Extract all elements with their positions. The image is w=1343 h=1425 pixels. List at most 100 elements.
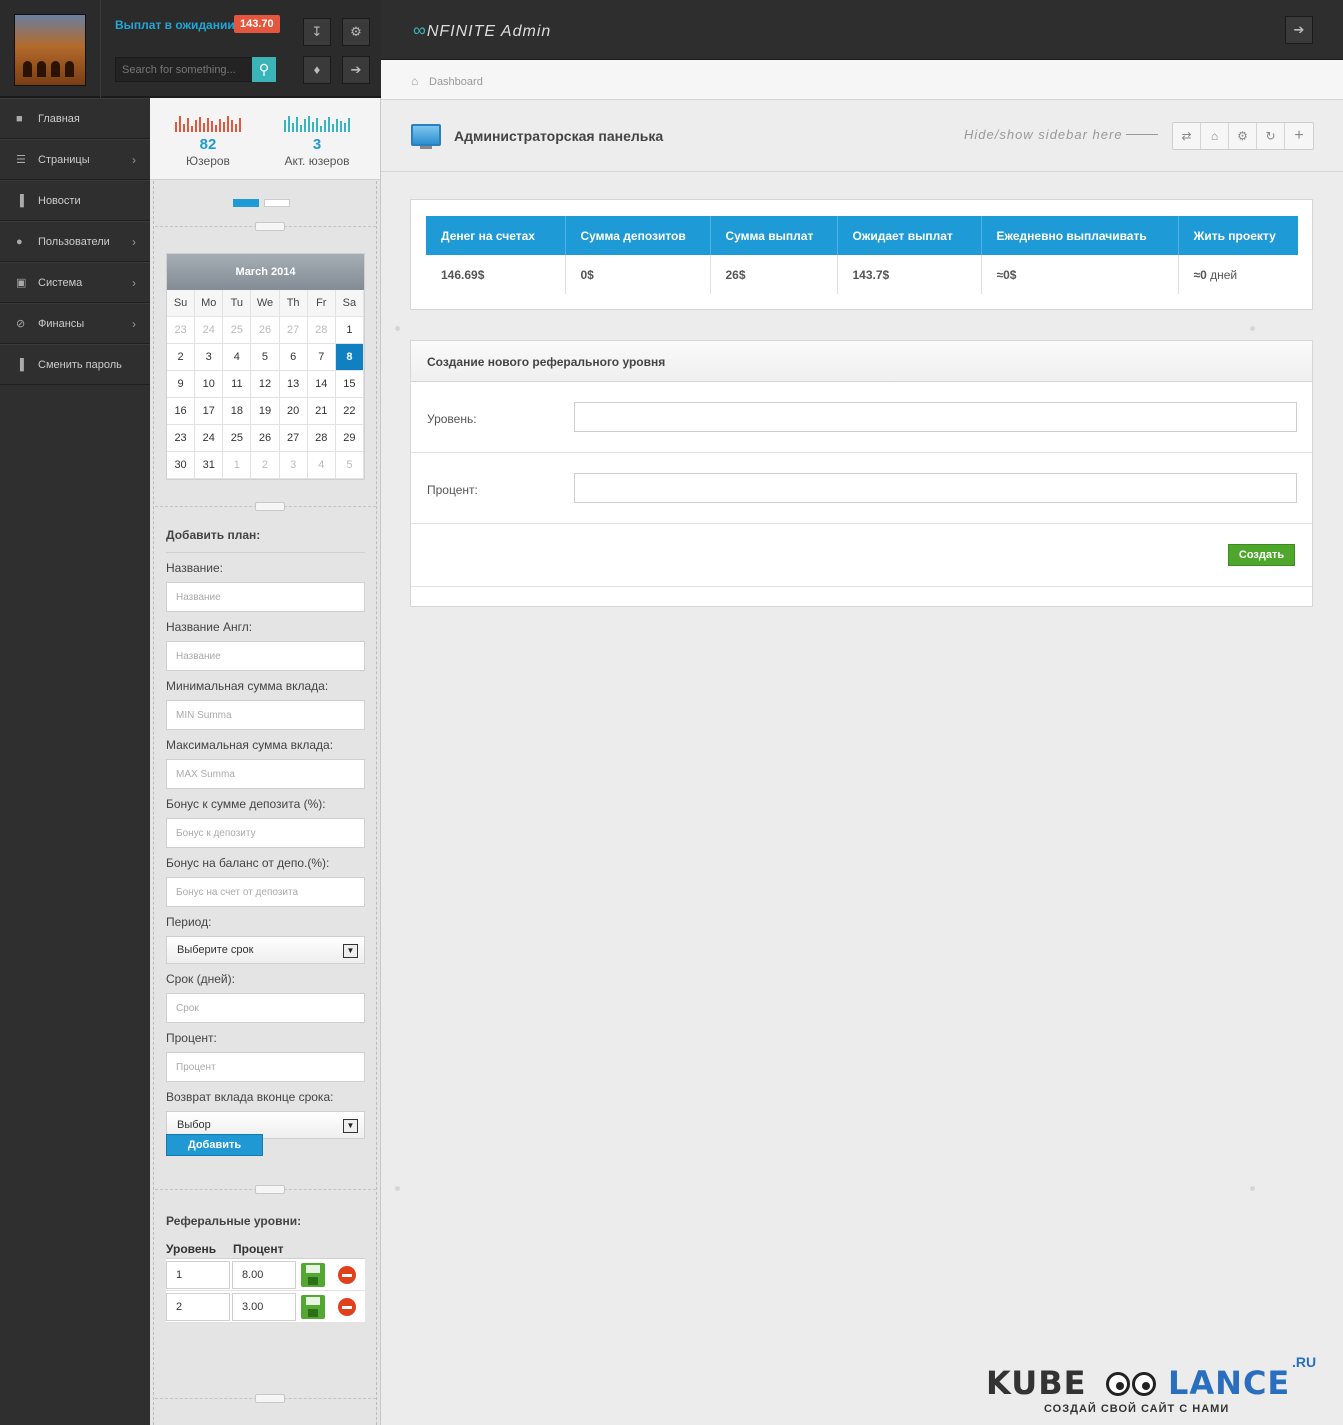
calendar-day[interactable]: 14 bbox=[307, 371, 336, 398]
calendar-day[interactable]: 8 bbox=[335, 344, 364, 371]
plan-input[interactable]: MAX Summa bbox=[166, 759, 365, 789]
save-icon[interactable] bbox=[301, 1263, 325, 1287]
settings-button[interactable]: ⚙ bbox=[342, 18, 370, 46]
home-icon[interactable]: ⌂ bbox=[411, 74, 418, 88]
calendar-day[interactable]: 10 bbox=[195, 371, 224, 398]
calendar-day[interactable]: 27 bbox=[279, 317, 308, 344]
calendar-day[interactable]: 1 bbox=[223, 452, 252, 479]
calendar-day[interactable]: 12 bbox=[251, 371, 280, 398]
sidebar-item[interactable]: ▐ Новости bbox=[0, 180, 150, 221]
plan-input[interactable]: MIN Summa bbox=[166, 700, 365, 730]
calendar-day[interactable]: 1 bbox=[335, 317, 364, 344]
calendar-day[interactable]: 3 bbox=[195, 344, 224, 371]
calendar-day[interactable]: 30 bbox=[167, 452, 196, 479]
home-icon[interactable]: ⌂ bbox=[1201, 123, 1229, 149]
sidebar-item[interactable]: ⊘ Финансы › bbox=[0, 303, 150, 344]
plan-input[interactable]: Бонус к депозиту bbox=[166, 818, 365, 848]
calendar-day[interactable]: 18 bbox=[223, 398, 252, 425]
calendar-day[interactable]: 19 bbox=[251, 398, 280, 425]
active-users-count: 3 bbox=[312, 136, 322, 153]
logout-button[interactable]: ➔ bbox=[1285, 16, 1313, 44]
payout-label[interactable]: Выплат в ожидании bbox=[115, 18, 235, 32]
brand-logo[interactable]: ∞NFINITE Admin bbox=[413, 20, 551, 41]
calendar-day[interactable]: 4 bbox=[307, 452, 336, 479]
collapse-handle[interactable] bbox=[155, 222, 376, 231]
avatar[interactable] bbox=[14, 14, 86, 86]
create-button[interactable]: Создать bbox=[1228, 544, 1295, 566]
calendar-day[interactable]: 6 bbox=[279, 344, 308, 371]
calendar-day[interactable]: 25 bbox=[223, 317, 252, 344]
breadcrumb-item[interactable]: Dashboard bbox=[429, 76, 483, 88]
calendar-day[interactable]: 13 bbox=[279, 371, 308, 398]
calendar-day[interactable]: 4 bbox=[223, 344, 252, 371]
summary-value: ≈0$ bbox=[981, 255, 1179, 294]
plan-input[interactable]: Бонус на счет от депозита bbox=[166, 877, 365, 907]
plan-select-value: Выбор bbox=[177, 1119, 211, 1131]
save-icon[interactable] bbox=[301, 1295, 325, 1319]
calendar-day[interactable]: 31 bbox=[195, 452, 224, 479]
collapse-handle[interactable] bbox=[155, 1185, 376, 1194]
ref-percent-input[interactable]: 3.00 bbox=[232, 1293, 296, 1321]
calendar-day[interactable]: 20 bbox=[279, 398, 308, 425]
calendar-day[interactable]: 17 bbox=[195, 398, 224, 425]
calendar-day[interactable]: 23 bbox=[167, 317, 196, 344]
plan-input[interactable]: Название bbox=[166, 582, 365, 612]
calendar-day[interactable]: 5 bbox=[251, 344, 280, 371]
calendar-day[interactable]: 3 bbox=[279, 452, 308, 479]
calendar-day[interactable]: 21 bbox=[307, 398, 336, 425]
calendar-day[interactable]: 11 bbox=[223, 371, 252, 398]
download-button[interactable]: ↧ bbox=[303, 18, 331, 46]
plan-input[interactable]: Срок bbox=[166, 993, 365, 1023]
add-plan-button[interactable]: Добавить bbox=[166, 1134, 263, 1156]
plus-icon[interactable]: + bbox=[1285, 123, 1313, 149]
hint-arrow-icon bbox=[1126, 134, 1158, 135]
level-label: Уровень: bbox=[427, 412, 477, 426]
calendar-day[interactable]: 9 bbox=[167, 371, 196, 398]
delete-icon[interactable] bbox=[338, 1298, 356, 1316]
chevron-down-icon: ▼ bbox=[343, 1119, 358, 1133]
calendar-day[interactable]: 25 bbox=[223, 425, 252, 452]
sidebar-item[interactable]: ▣ Система › bbox=[0, 262, 150, 303]
toggle-sidebar-icon[interactable]: ⇄ bbox=[1173, 123, 1201, 149]
search-input[interactable]: Search for something... bbox=[115, 57, 253, 82]
calendar-day[interactable]: 5 bbox=[335, 452, 364, 479]
calendar-day[interactable]: 29 bbox=[335, 425, 364, 452]
plan-select[interactable]: Выберите срок ▼ bbox=[166, 936, 365, 964]
gear-icon[interactable]: ⚙ bbox=[1229, 123, 1257, 149]
ref-level-input[interactable]: 2 bbox=[166, 1293, 230, 1321]
sidebar-item[interactable]: ● Пользователи › bbox=[0, 221, 150, 262]
refresh-icon[interactable]: ↻ bbox=[1257, 123, 1285, 149]
calendar-day[interactable]: 15 bbox=[335, 371, 364, 398]
calendar-weekday: Th bbox=[279, 290, 308, 317]
search-button[interactable]: ⚲ bbox=[252, 57, 276, 82]
delete-icon[interactable] bbox=[338, 1266, 356, 1284]
calendar-day[interactable]: 28 bbox=[307, 317, 336, 344]
pager-dot[interactable] bbox=[233, 199, 259, 207]
plan-input[interactable]: Название bbox=[166, 641, 365, 671]
calendar-day[interactable]: 16 bbox=[167, 398, 196, 425]
calendar-day[interactable]: 24 bbox=[195, 317, 224, 344]
ref-level-input[interactable]: 1 bbox=[166, 1261, 230, 1289]
calendar-day[interactable]: 28 bbox=[307, 425, 336, 452]
calendar-day[interactable]: 2 bbox=[251, 452, 280, 479]
calendar-day[interactable]: 22 bbox=[335, 398, 364, 425]
calendar-day[interactable]: 26 bbox=[251, 425, 280, 452]
percent-input[interactable] bbox=[574, 473, 1297, 503]
collapse-handle[interactable] bbox=[155, 502, 376, 511]
pager-dot[interactable] bbox=[264, 199, 290, 207]
level-input[interactable] bbox=[574, 402, 1297, 432]
calendar-day[interactable]: 24 bbox=[195, 425, 224, 452]
calendar-day[interactable]: 7 bbox=[307, 344, 336, 371]
calendar-day[interactable]: 2 bbox=[167, 344, 196, 371]
calendar-day[interactable]: 26 bbox=[251, 317, 280, 344]
collapse-handle[interactable] bbox=[155, 1394, 376, 1403]
forward-button[interactable]: ➔ bbox=[342, 56, 370, 84]
notifications-button[interactable]: ♦ bbox=[303, 56, 331, 84]
plan-input[interactable]: Процент bbox=[166, 1052, 365, 1082]
calendar-day[interactable]: 27 bbox=[279, 425, 308, 452]
calendar-day[interactable]: 23 bbox=[167, 425, 196, 452]
sidebar-item[interactable]: ■ Главная bbox=[0, 98, 150, 139]
sidebar-item[interactable]: ☰ Страницы › bbox=[0, 139, 150, 180]
sidebar-item[interactable]: ▐ Сменить пароль bbox=[0, 344, 150, 385]
ref-percent-input[interactable]: 8.00 bbox=[232, 1261, 296, 1289]
